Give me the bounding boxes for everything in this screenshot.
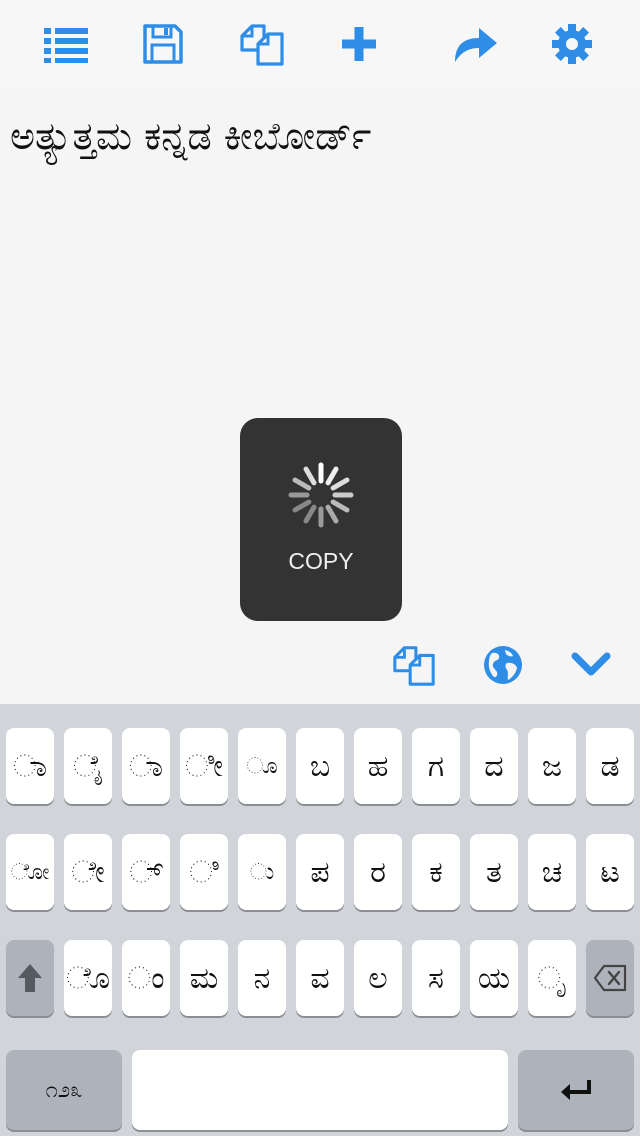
settings-button[interactable] (546, 18, 598, 70)
plus-icon (342, 27, 376, 61)
globe-button[interactable] (479, 642, 527, 688)
backspace-icon (593, 964, 627, 992)
key[interactable]: ೂ (238, 728, 286, 804)
key[interactable]: ತ (470, 834, 518, 910)
copy-icon (240, 24, 284, 66)
copy-button[interactable] (236, 18, 288, 70)
key[interactable]: ಯ (470, 940, 518, 1016)
key[interactable]: ್ (122, 834, 170, 910)
key[interactable]: ಾ (122, 728, 170, 804)
key[interactable]: ು (238, 834, 286, 910)
key[interactable]: ಿ (180, 834, 228, 910)
key[interactable]: ೀ (180, 728, 228, 804)
key[interactable]: ಾ (6, 728, 54, 804)
key[interactable]: ೃ (528, 940, 576, 1016)
dismiss-keyboard-button[interactable] (567, 642, 615, 688)
gear-icon (552, 24, 592, 64)
accessory-copy-button[interactable] (390, 642, 438, 688)
key[interactable]: ಟ (586, 834, 634, 910)
key[interactable]: ೈ (64, 728, 112, 804)
kannada-keyboard: ಾ ೈ ಾ ೀ ೂ ಬ ಹ ಗ ದ ಜ ಡ ೋ ೇ ್ ಿ ು ಪ ರ ಕ ತ … (0, 704, 640, 1136)
hud-label: COPY (288, 548, 354, 574)
return-icon (561, 1080, 591, 1100)
key[interactable]: ೋ (6, 834, 54, 910)
numbers-key[interactable]: ೧೨೩ (6, 1050, 122, 1130)
key[interactable]: ಂ (122, 940, 170, 1016)
add-button[interactable] (333, 18, 385, 70)
key[interactable]: ೇ (64, 834, 112, 910)
share-button[interactable] (449, 18, 501, 70)
key[interactable]: ಹ (354, 728, 402, 804)
copy-progress-hud: COPY (240, 418, 402, 621)
list-icon (44, 28, 88, 63)
key[interactable]: ೊ (64, 940, 112, 1016)
shift-arrow-icon (18, 964, 42, 992)
key[interactable]: ನ (238, 940, 286, 1016)
key[interactable]: ಡ (586, 728, 634, 804)
key[interactable]: ಗ (412, 728, 460, 804)
save-button[interactable] (137, 18, 189, 70)
save-icon (143, 24, 183, 64)
chevron-down-icon (571, 652, 611, 676)
share-icon (455, 28, 497, 62)
backspace-key[interactable] (586, 940, 634, 1016)
loading-spinner-icon (288, 462, 354, 528)
key[interactable]: ಪ (296, 834, 344, 910)
key[interactable]: ದ (470, 728, 518, 804)
key[interactable]: ಕ (412, 834, 460, 910)
top-toolbar (0, 0, 640, 88)
key[interactable]: ಮ (180, 940, 228, 1016)
list-button[interactable] (40, 18, 92, 70)
key[interactable]: ವ (296, 940, 344, 1016)
shift-key[interactable] (6, 940, 54, 1016)
key[interactable]: ಸ (412, 940, 460, 1016)
key[interactable]: ಬ (296, 728, 344, 804)
key[interactable]: ಚ (528, 834, 576, 910)
space-bar[interactable] (132, 1050, 508, 1130)
key[interactable]: ಜ (528, 728, 576, 804)
copy-icon (393, 646, 435, 686)
key[interactable]: ಲ (354, 940, 402, 1016)
key[interactable]: ರ (354, 834, 402, 910)
return-key[interactable] (518, 1050, 634, 1130)
globe-icon (484, 646, 522, 684)
editor-text[interactable]: ಅತ್ಯುತ್ತಮ ಕನ್ನಡ ಕೀಬೋರ್ಡ್ (10, 108, 630, 164)
